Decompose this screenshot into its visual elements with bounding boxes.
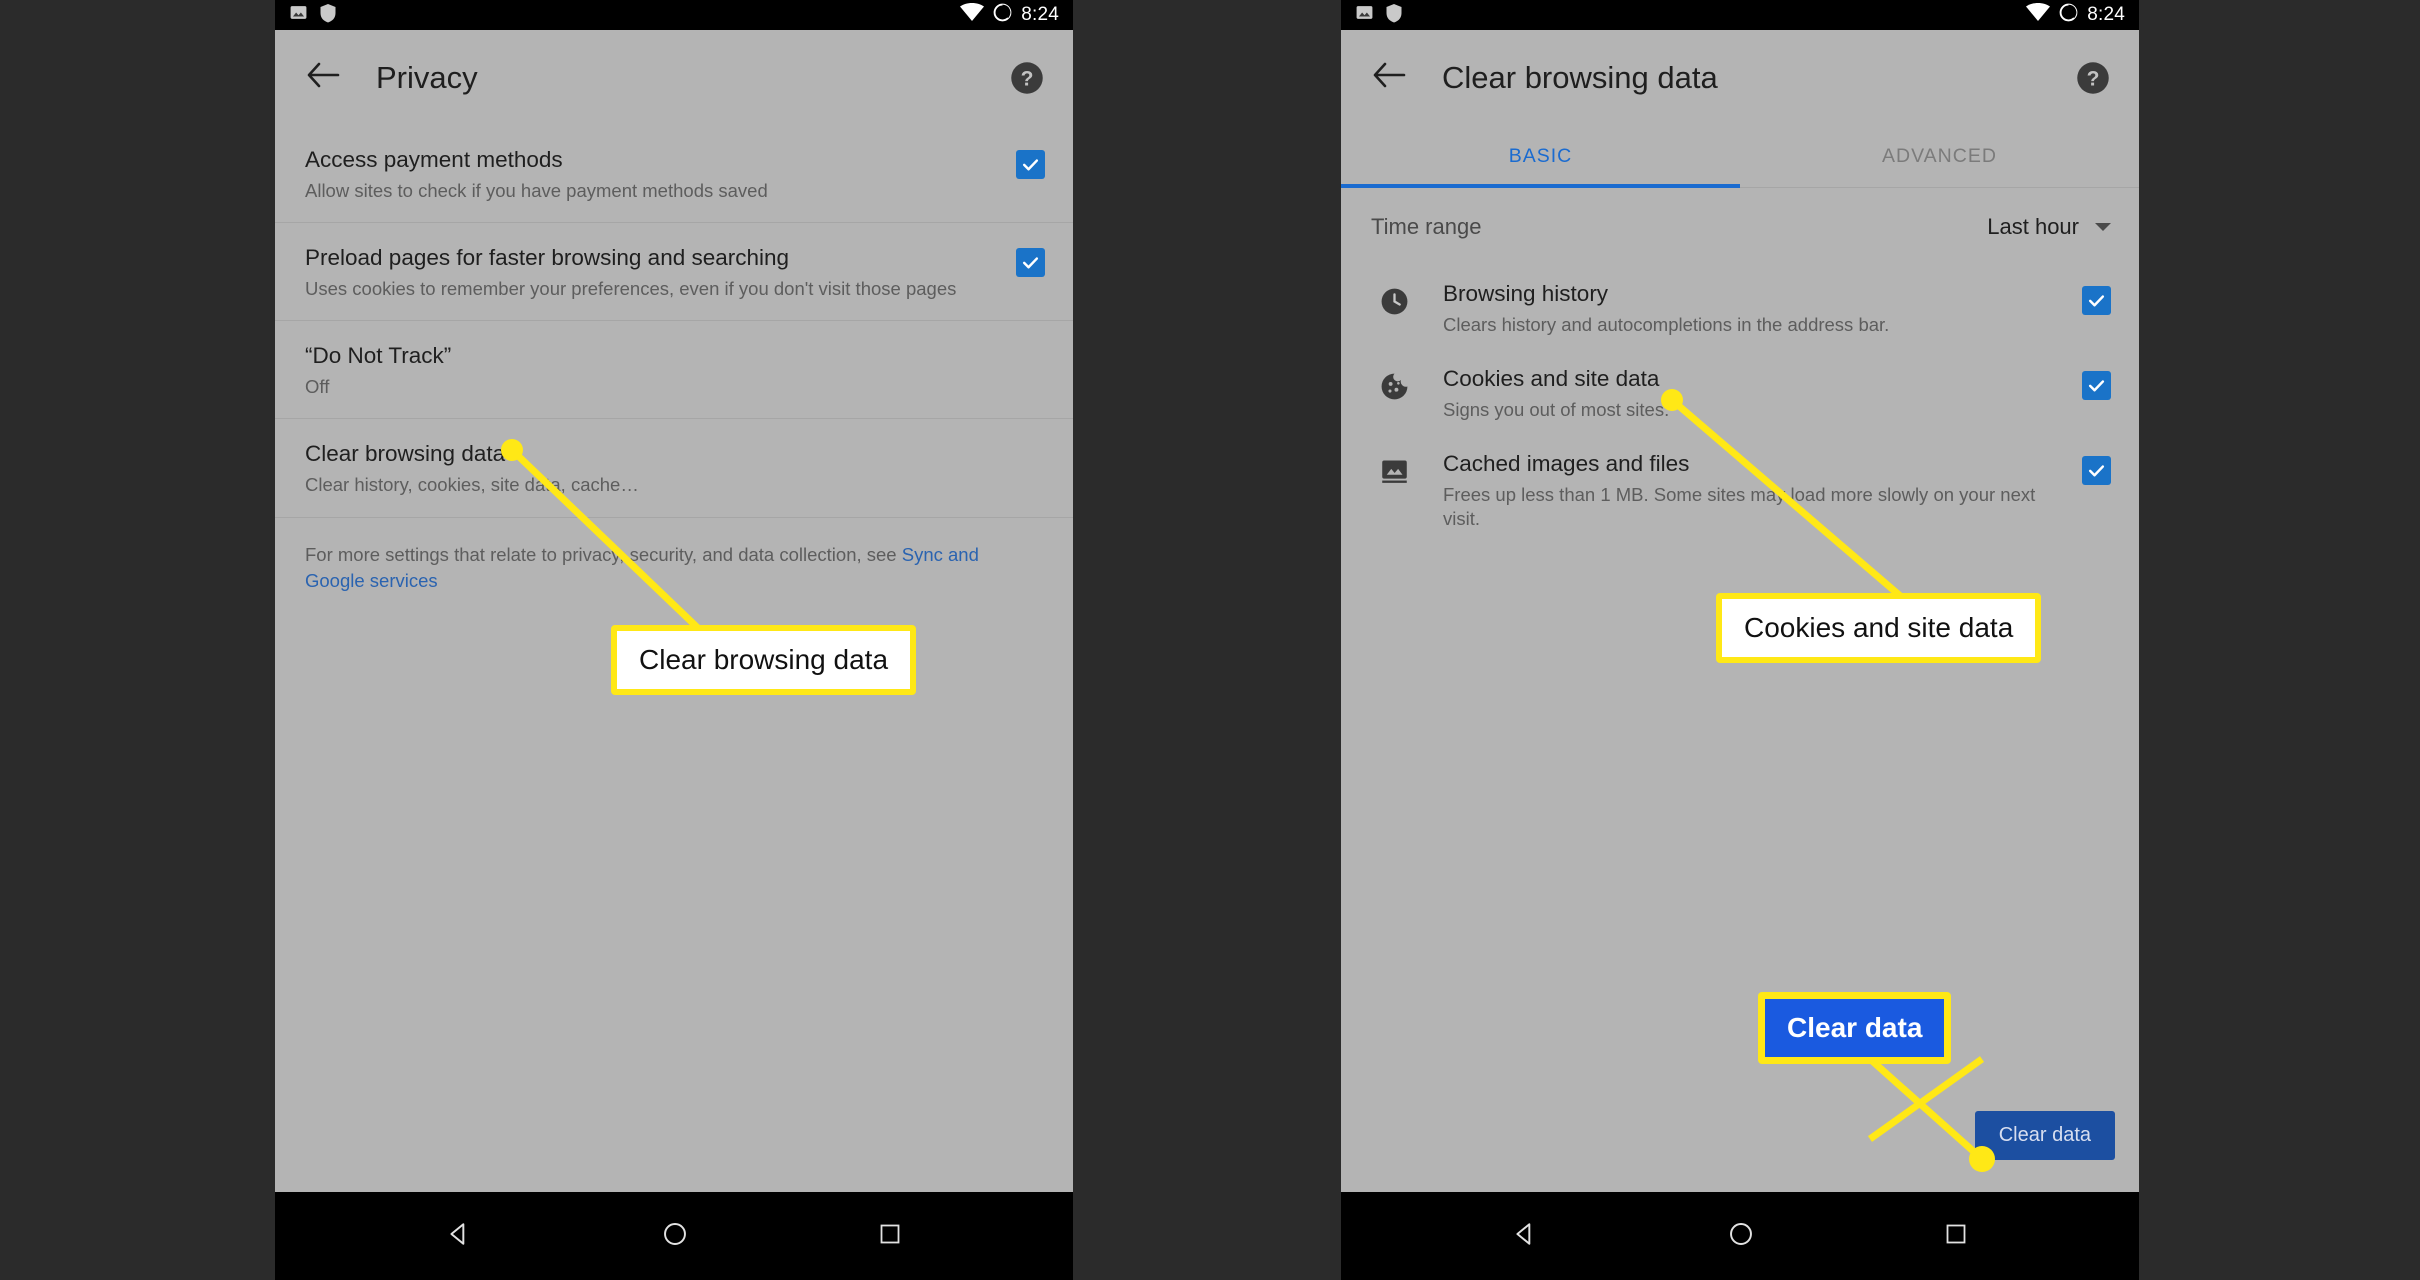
- row-texts: Cookies and site data Signs you out of m…: [1443, 365, 2064, 422]
- list-item-subtitle: Clear history, cookies, site data, cache…: [305, 474, 639, 496]
- row-texts: Browsing history Clears history and auto…: [1443, 280, 2064, 337]
- checkbox-checked-icon: [2082, 456, 2111, 486]
- row-icon: [1371, 365, 1417, 407]
- checkbox-cached-images-and-files[interactable]: [2082, 450, 2111, 486]
- callout-clear-data: Clear data: [1758, 992, 1952, 1064]
- back-button-left[interactable]: [301, 56, 345, 100]
- clear-option-cached-images-and-files[interactable]: Cached images and files Frees up less th…: [1341, 436, 2139, 545]
- status-bar-clock: 8:24: [2087, 4, 2125, 25]
- status-bar-left: 8:24: [275, 0, 1073, 30]
- tab-bar: BASIC ADVANCED: [1341, 125, 2139, 188]
- shield-icon: [1385, 3, 1403, 28]
- clear-data-button[interactable]: Clear data: [1974, 1111, 2115, 1160]
- callout-cookies-and-site-data: Cookies and site data: [1716, 593, 2042, 663]
- help-button-left[interactable]: ?: [1009, 60, 1045, 96]
- checkbox-browsing-history[interactable]: [2082, 280, 2111, 315]
- nav-bar-right: [1341, 1192, 2139, 1280]
- home-circle-icon[interactable]: [662, 1221, 688, 1252]
- nav-bar-left: [275, 1192, 1073, 1280]
- checkbox-preload-pages[interactable]: [1016, 244, 1045, 278]
- row-subtitle: Signs you out of most sites.: [1443, 399, 1670, 421]
- back-triangle-icon[interactable]: [1512, 1221, 1538, 1252]
- row-title: Cached images and files: [1443, 451, 1690, 477]
- recents-square-icon[interactable]: [1944, 1222, 1968, 1251]
- page-title-right: Clear browsing data: [1442, 59, 1718, 95]
- status-bar-right: 8:24: [1341, 0, 2139, 30]
- time-range-label: Time range: [1371, 214, 1482, 239]
- row-subtitle: Frees up less than 1 MB. Some sites may …: [1443, 484, 2036, 530]
- list-item-texts: Preload pages for faster browsing and se…: [305, 244, 998, 300]
- recents-square-icon[interactable]: [878, 1222, 902, 1251]
- list-item-title: Preload pages for faster browsing and se…: [305, 245, 790, 271]
- checkbox-checked-icon: [2082, 286, 2111, 315]
- page-title-left: Privacy: [376, 59, 478, 95]
- time-range-select[interactable]: Last hour: [1987, 214, 2111, 240]
- back-button-right[interactable]: [1367, 56, 1411, 100]
- time-range-value: Last hour: [1987, 214, 2079, 239]
- battery-icon: [993, 3, 1012, 27]
- row-icon: [1371, 280, 1417, 322]
- tab-advanced[interactable]: ADVANCED: [1740, 125, 2139, 187]
- callout-clear-browsing-data: Clear browsing data: [611, 625, 917, 695]
- help-icon: ?: [1009, 61, 1045, 100]
- clock-icon: [1379, 286, 1410, 322]
- screen-left: Privacy ? Access payment methods Allow s…: [275, 30, 1073, 1192]
- footnote-text: For more settings that relate to privacy…: [305, 543, 902, 565]
- clear-option-browsing-history[interactable]: Browsing history Clears history and auto…: [1341, 266, 2139, 351]
- wifi-icon: [960, 3, 985, 27]
- svg-text:?: ?: [2087, 67, 2100, 90]
- privacy-settings-list: Access payment methods Allow sites to ch…: [275, 125, 1073, 518]
- row-texts: Cached images and files Frees up less th…: [1443, 450, 2064, 531]
- privacy-footnote: For more settings that relate to privacy…: [275, 518, 1073, 595]
- list-item-subtitle: Off: [305, 376, 330, 398]
- list-item-texts: “Do Not Track” Off: [305, 342, 1045, 398]
- app-bar-left: Privacy ?: [275, 30, 1073, 125]
- tab-basic[interactable]: BASIC: [1341, 125, 1740, 188]
- battery-icon: [2059, 3, 2078, 27]
- row-title: Cookies and site data: [1443, 366, 1660, 392]
- shield-icon: [319, 3, 337, 28]
- list-item-title: Clear browsing data: [305, 441, 506, 467]
- image-icon: [289, 3, 308, 27]
- list-item-texts: Clear browsing data Clear history, cooki…: [305, 440, 1045, 496]
- checkbox-checked-icon: [1016, 248, 1045, 278]
- list-item-subtitle: Uses cookies to remember your preference…: [305, 278, 957, 300]
- back-triangle-icon[interactable]: [446, 1221, 472, 1252]
- list-item-subtitle: Allow sites to check if you have payment…: [305, 180, 768, 201]
- status-bar-left-icons: [289, 3, 337, 28]
- svg-text:?: ?: [1021, 67, 1034, 90]
- arrow-back-icon: [306, 61, 340, 94]
- list-item[interactable]: Access payment methods Allow sites to ch…: [275, 125, 1073, 224]
- list-item-title: Access payment methods: [305, 147, 563, 172]
- status-bar-left-icons: [1355, 3, 1403, 28]
- home-circle-icon[interactable]: [1728, 1221, 1754, 1252]
- row-title: Browsing history: [1443, 281, 1609, 306]
- help-icon: ?: [2075, 61, 2111, 100]
- time-range-row[interactable]: Time range Last hour: [1341, 188, 2139, 266]
- checkbox-checked-icon: [1016, 150, 1045, 179]
- chevron-down-icon: [2095, 223, 2111, 231]
- status-bar-right-icons: 8:24: [960, 3, 1059, 27]
- cookie-icon: [1379, 371, 1410, 407]
- status-bar-right-icons: 8:24: [2026, 3, 2125, 27]
- list-item-title: “Do Not Track”: [305, 343, 452, 369]
- help-button-right[interactable]: ?: [2075, 60, 2111, 96]
- checkbox-access-payment-methods[interactable]: [1016, 146, 1045, 179]
- image-icon: [1379, 456, 1410, 492]
- checkbox-cookies-and-site-data[interactable]: [2082, 365, 2111, 401]
- list-item[interactable]: “Do Not Track” Off: [275, 321, 1073, 420]
- arrow-back-icon: [1372, 61, 1406, 94]
- list-item[interactable]: Preload pages for faster browsing and se…: [275, 223, 1073, 322]
- checkbox-checked-icon: [2082, 371, 2111, 401]
- wifi-icon: [2026, 3, 2051, 27]
- list-item-texts: Access payment methods Allow sites to ch…: [305, 146, 998, 202]
- list-item-clear-browsing-data[interactable]: Clear browsing data Clear history, cooki…: [275, 419, 1073, 518]
- clear-option-cookies-and-site-data[interactable]: Cookies and site data Signs you out of m…: [1341, 351, 2139, 436]
- row-subtitle: Clears history and autocompletions in th…: [1443, 314, 1890, 335]
- image-icon: [1355, 3, 1374, 27]
- app-bar-right: Clear browsing data ?: [1341, 30, 2139, 125]
- status-bar-clock: 8:24: [1021, 4, 1059, 25]
- row-icon: [1371, 450, 1417, 492]
